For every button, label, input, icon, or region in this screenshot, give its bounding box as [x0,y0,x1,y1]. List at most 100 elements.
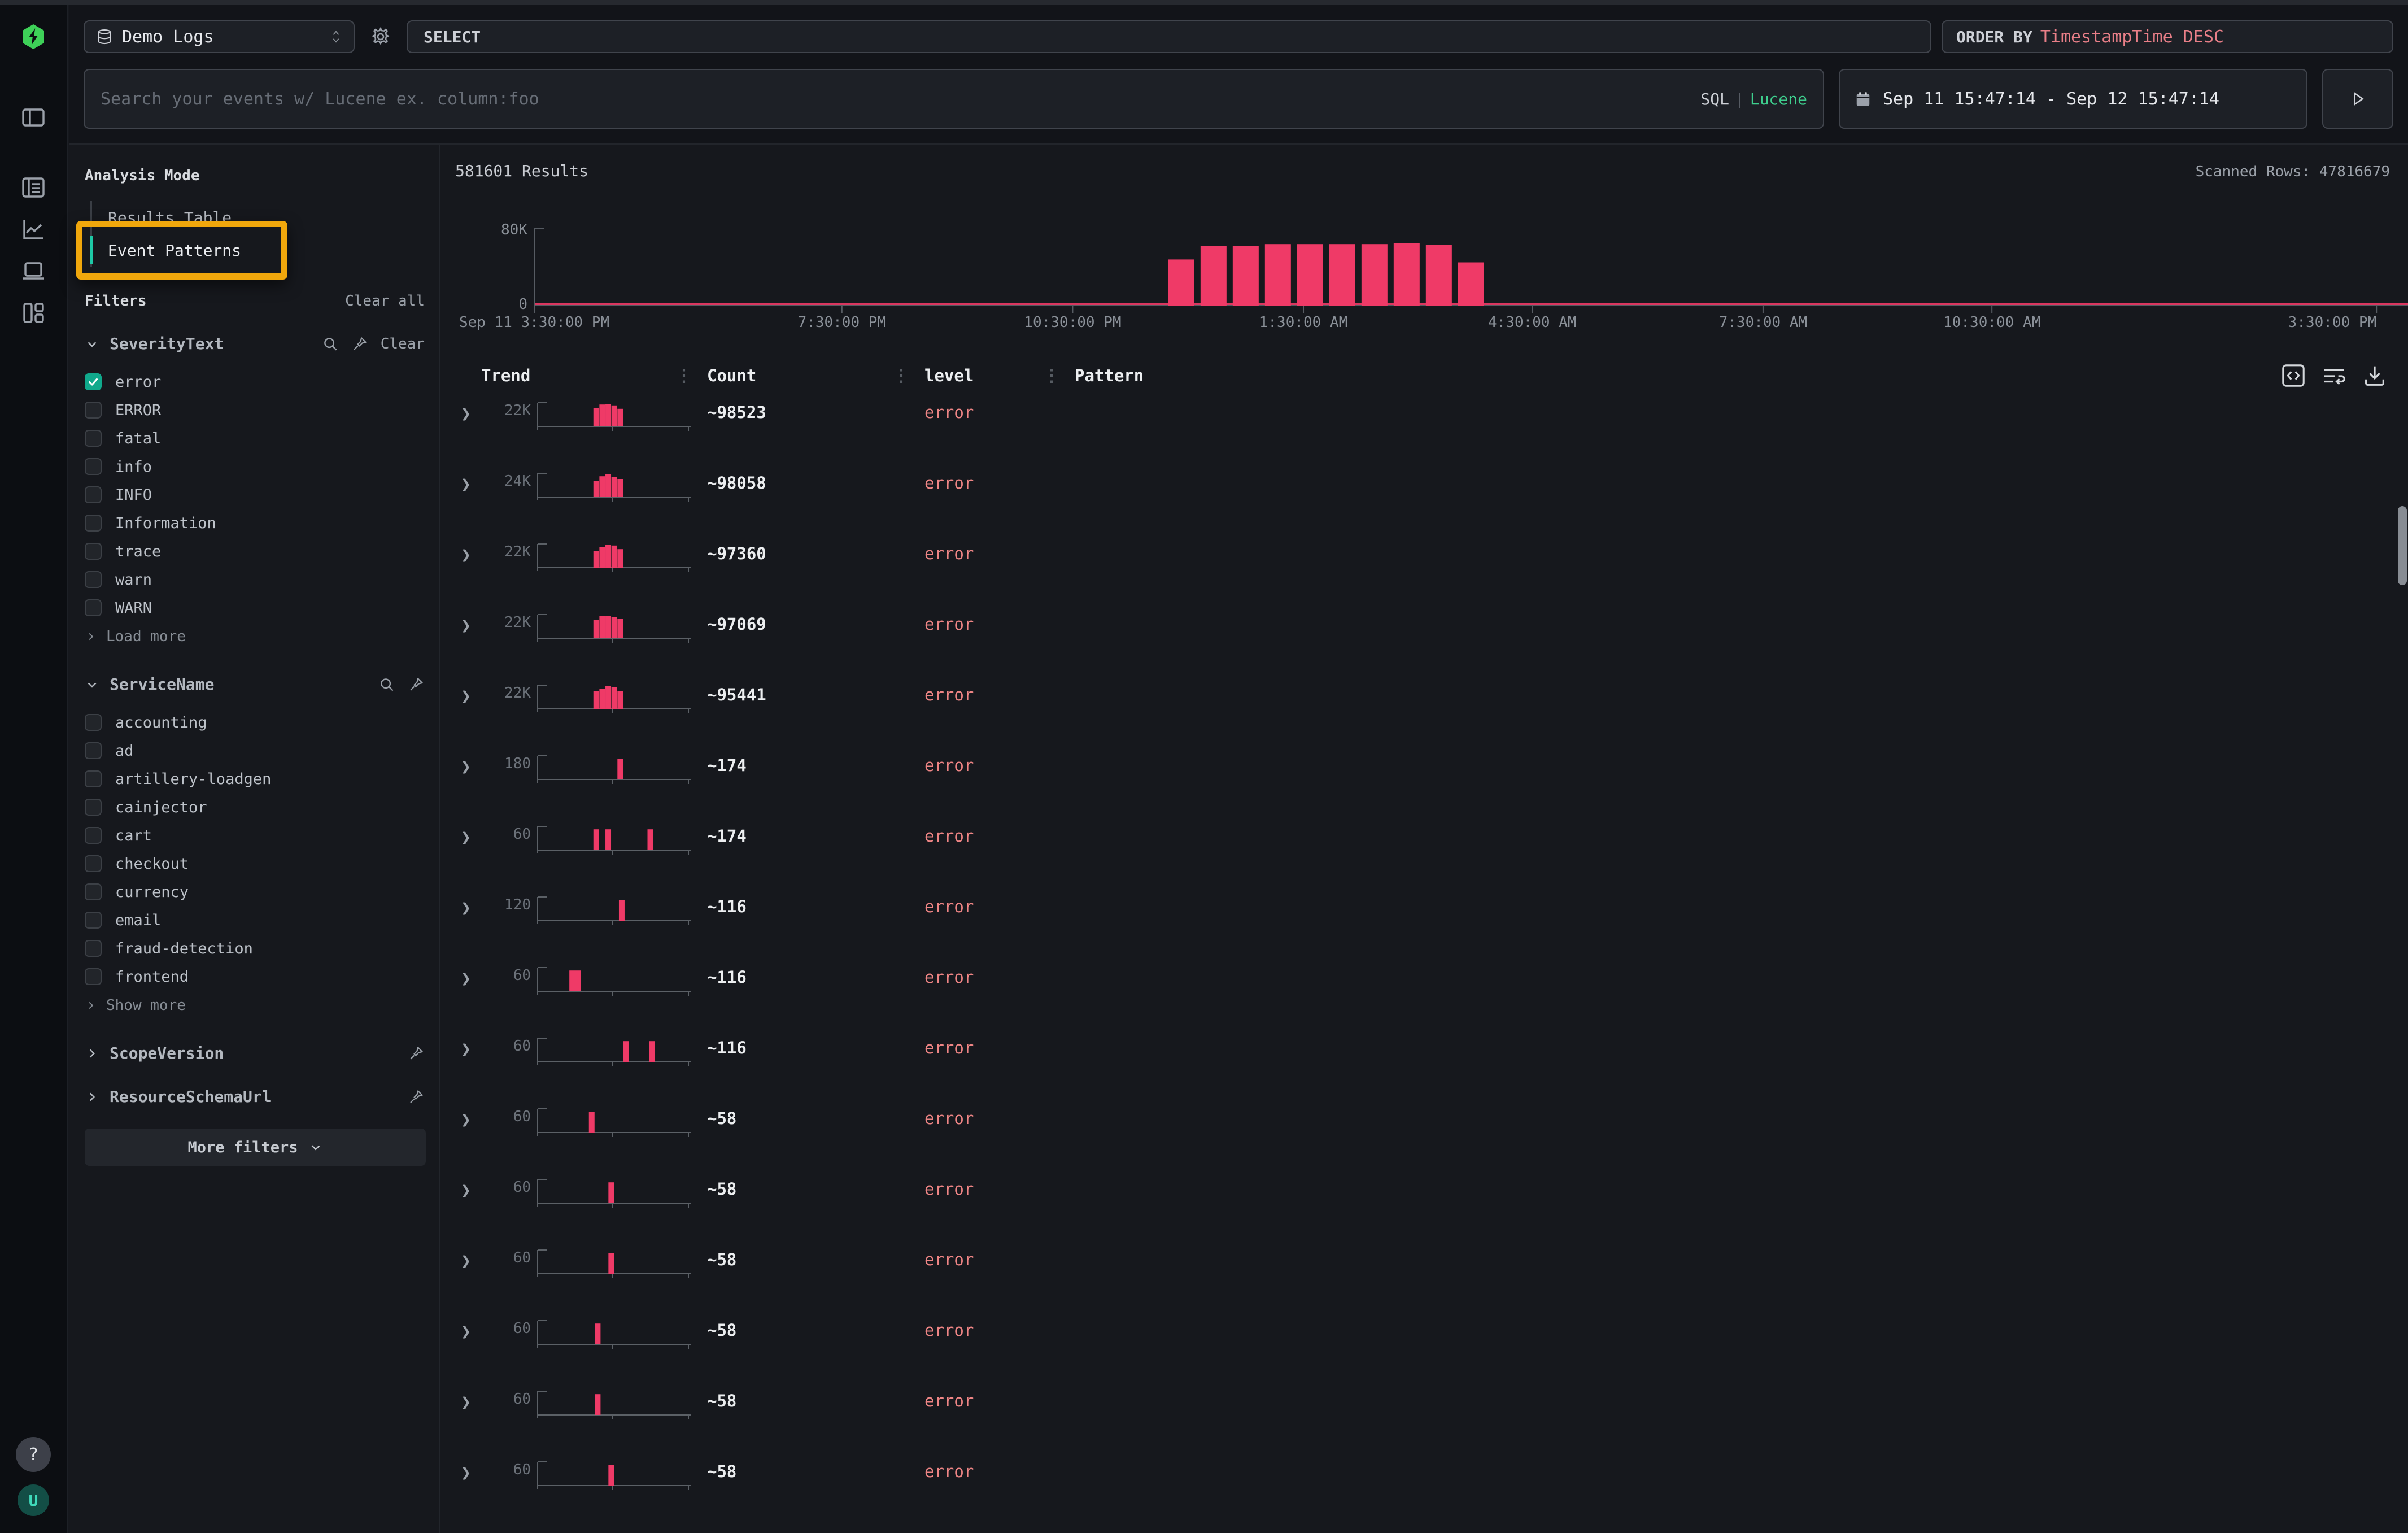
table-row[interactable]: ❯120~116error [455,883,2408,954]
table-row[interactable]: ❯24K~98058error [455,460,2408,530]
checkbox-unchecked[interactable] [85,968,102,985]
expand-chevron-icon[interactable]: ❯ [455,1454,481,1483]
checkbox-unchecked[interactable] [85,458,102,475]
filter-option-frontend[interactable]: frontend [85,963,425,991]
table-row[interactable]: ❯60~58error [455,1448,2408,1519]
table-row[interactable]: ❯180~174error [455,742,2408,813]
checkbox-checked[interactable] [85,373,102,390]
checkbox-unchecked[interactable] [85,799,102,816]
column-menu-icon[interactable]: ⋮ [893,366,924,386]
download-icon[interactable] [2362,363,2388,389]
filter-option-accounting[interactable]: accounting [85,708,425,737]
checkbox-unchecked[interactable] [85,515,102,532]
filter-option-warn[interactable]: warn [85,565,425,594]
checkbox-unchecked[interactable] [85,714,102,731]
checkbox-unchecked[interactable] [85,827,102,844]
show-more-button[interactable]: Show more [85,992,425,1019]
filter-option-cart[interactable]: cart [85,821,425,850]
filter-option-artillery-loadgen[interactable]: artillery-loadgen [85,765,425,793]
expand-chevron-icon[interactable]: ❯ [455,395,481,424]
sidebar-toggle-icon[interactable] [19,103,48,132]
table-row[interactable]: ❯60~174error [455,813,2408,883]
sidebar-item-results-table[interactable]: Results Table [92,201,425,234]
filter-option-info[interactable]: INFO [85,481,425,509]
filter-option-cainjector[interactable]: cainjector [85,793,425,821]
filter-option-error[interactable]: ERROR [85,396,425,424]
table-row[interactable]: ❯22K~97360error [455,530,2408,601]
expand-chevron-icon[interactable]: ❯ [455,889,481,918]
filter-option-info[interactable]: info [85,452,425,481]
search-icon[interactable] [378,676,395,693]
chart-explorer-icon[interactable] [19,215,48,244]
expand-chevron-icon[interactable]: ❯ [455,536,481,565]
checkbox-unchecked[interactable] [85,599,102,616]
sidebar-item-event-patterns[interactable]: Event Patterns [92,234,425,267]
checkbox-unchecked[interactable] [85,855,102,872]
filter-option-email[interactable]: email [85,906,425,934]
filter-group-header-resourceschemaurl[interactable]: ResourceSchemaUrl [85,1087,425,1106]
filter-option-ad[interactable]: ad [85,737,425,765]
toggle-sql[interactable]: SQL [1700,90,1729,108]
expand-chevron-icon[interactable]: ❯ [455,748,481,777]
search-logs-icon[interactable] [19,173,48,202]
table-row[interactable]: ❯60~58error [455,1095,2408,1166]
checkbox-unchecked[interactable] [85,543,102,560]
filter-option-warn[interactable]: WARN [85,594,425,622]
checkbox-unchecked[interactable] [85,770,102,787]
checkbox-unchecked[interactable] [85,742,102,759]
column-header-pattern[interactable]: Pattern [1075,366,2306,385]
filter-option-information[interactable]: Information [85,509,425,537]
wrap-lines-icon[interactable] [2321,363,2347,389]
table-row[interactable]: ❯60~58error [455,1307,2408,1378]
date-range-picker[interactable]: Sep 11 15:47:14 - Sep 12 15:47:14 [1839,69,2307,129]
search-input[interactable] [101,89,1689,109]
column-header-level[interactable]: level ⋮ [924,366,1075,386]
run-query-button[interactable] [2322,69,2393,129]
help-button[interactable]: ? [16,1437,51,1472]
expand-chevron-icon[interactable]: ❯ [455,1101,481,1130]
expand-chevron-icon[interactable]: ❯ [455,1171,481,1200]
table-row[interactable]: ❯60~58error [455,1378,2408,1448]
column-menu-icon[interactable]: ⋮ [1043,366,1075,386]
pin-icon[interactable] [351,336,368,352]
filter-group-header-servicename[interactable]: ServiceName [85,675,425,694]
pin-icon[interactable] [408,1045,425,1062]
table-row[interactable]: ❯60~116error [455,1025,2408,1095]
hyperdx-logo-icon[interactable] [16,19,51,54]
table-row[interactable]: ❯60~58error [455,1236,2408,1307]
expand-chevron-icon[interactable]: ❯ [455,818,481,847]
table-row[interactable]: ❯22K~95441error [455,672,2408,742]
user-avatar[interactable]: U [18,1484,49,1516]
filter-option-trace[interactable]: trace [85,537,425,565]
more-filters-button[interactable]: More filters [85,1129,426,1166]
source-settings-button[interactable] [365,20,396,53]
checkbox-unchecked[interactable] [85,940,102,957]
search-icon[interactable] [322,336,339,352]
view-code-icon[interactable] [2280,363,2306,389]
filter-option-checkout[interactable]: checkout [85,850,425,878]
checkbox-unchecked[interactable] [85,486,102,503]
source-select[interactable]: Demo Logs [84,20,355,53]
column-header-trend[interactable]: Trend ⋮ [481,366,707,386]
filter-group-header-severitytext[interactable]: SeverityTextClear [85,334,425,353]
dashboards-icon[interactable] [19,298,48,328]
pin-icon[interactable] [408,1088,425,1105]
checkbox-unchecked[interactable] [85,430,102,447]
table-row[interactable]: ❯60~116error [455,954,2408,1025]
expand-chevron-icon[interactable]: ❯ [455,677,481,706]
expand-chevron-icon[interactable]: ❯ [455,1313,481,1342]
checkbox-unchecked[interactable] [85,912,102,929]
sessions-icon[interactable] [19,256,48,286]
clear-filter-button[interactable]: Clear [381,336,425,352]
filter-option-error[interactable]: error [85,368,425,396]
expand-chevron-icon[interactable]: ❯ [455,465,481,494]
filter-option-currency[interactable]: currency [85,878,425,906]
pin-icon[interactable] [408,676,425,693]
select-query-input[interactable]: SELECT [407,20,1931,53]
expand-chevron-icon[interactable]: ❯ [455,960,481,988]
checkbox-unchecked[interactable] [85,571,102,588]
clear-all-filters-button[interactable]: Clear all [345,293,425,310]
column-menu-icon[interactable]: ⋮ [675,366,707,386]
checkbox-unchecked[interactable] [85,883,102,900]
expand-chevron-icon[interactable]: ❯ [455,1242,481,1271]
